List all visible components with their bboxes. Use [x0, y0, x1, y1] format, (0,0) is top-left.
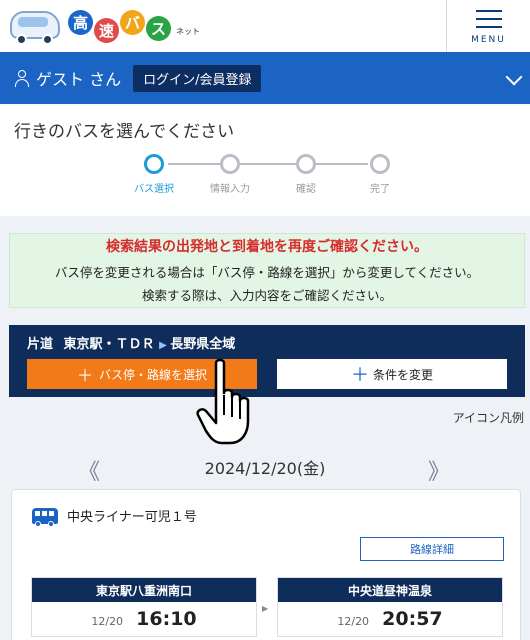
- route-to: 長野県全域: [170, 337, 236, 352]
- arrival-date: 12/20: [337, 615, 370, 628]
- step-confirm: 確認: [268, 152, 344, 195]
- logo-char: 高: [68, 9, 93, 35]
- arrival-time: 12/20 20:57: [278, 608, 502, 630]
- route-from: 東京駅・ＴＤＲ: [63, 337, 155, 352]
- step-complete: 完了: [342, 152, 418, 195]
- next-date-button[interactable]: 》: [428, 454, 450, 486]
- step-info-input: 情報入力: [192, 152, 268, 195]
- step-dot: [220, 154, 240, 174]
- login-register-button[interactable]: ログイン/会員登録: [133, 64, 262, 92]
- progress-steps: バス選択 情報入力 確認 完了: [130, 152, 402, 198]
- select-stop-route-label: バス停・路線を選択: [99, 367, 208, 382]
- trip-type: 片道: [27, 337, 54, 352]
- departure-stop-name: 東京駅八重洲南口: [32, 578, 256, 602]
- plus-icon: ＋: [350, 365, 369, 386]
- guest-name: ゲスト さん: [36, 70, 122, 89]
- step-label: 確認: [296, 184, 316, 195]
- step-label: 完了: [370, 184, 390, 195]
- logo-suffix: ネット: [176, 26, 200, 36]
- current-date: 2024/12/20(金): [204, 459, 326, 478]
- user-bar: ゲスト さん ログイン/会員登録: [0, 52, 530, 104]
- step-bus-select: バス選択: [116, 152, 192, 195]
- step-label: 情報入力: [210, 184, 250, 195]
- departure-stop: 東京駅八重洲南口 12/20 16:10: [31, 577, 257, 637]
- site-header: 高 速 バ ス ネット MENU: [0, 0, 530, 52]
- arrow-right-icon: ▶: [159, 340, 171, 351]
- logo-char: 速: [94, 17, 119, 43]
- menu-button[interactable]: MENU: [446, 0, 530, 52]
- arrival-stop-name: 中央道昼神温泉: [278, 578, 502, 602]
- hamburger-icon: [475, 10, 502, 12]
- bus-result-card[interactable]: 中央ライナー可児１号 路線詳細 東京駅八重洲南口 12/20 16:10 ▶ 中…: [11, 489, 521, 640]
- change-conditions-button[interactable]: ＋ 条件を変更: [277, 359, 507, 389]
- icon-legend-link[interactable]: アイコン凡例: [453, 409, 524, 426]
- chevron-down-icon[interactable]: [505, 68, 523, 86]
- user-icon: [14, 69, 30, 87]
- logo-wordmark: 高 速 バ ス ネット: [68, 9, 200, 43]
- hamburger-icon-bar: [475, 18, 502, 20]
- logo-char: バ: [120, 9, 145, 35]
- route-panel: 片道 東京駅・ＴＤＲ ▶ 長野県全域 ＋ バス停・路線を選択 ＋ 条件を変更: [9, 325, 525, 397]
- plus-icon: ＋: [76, 366, 93, 385]
- bus-icon: [32, 508, 58, 527]
- logo-char: ス: [146, 15, 171, 41]
- hand-cursor-icon: [196, 359, 250, 445]
- step-dot: [370, 154, 390, 174]
- hamburger-icon-bar: [475, 26, 502, 28]
- notice-text: バス停を変更される場合は「バス停・路線を選択」から変更してください。: [54, 265, 480, 280]
- bus-name: 中央ライナー可児１号: [67, 510, 197, 525]
- site-logo[interactable]: 高 速 バ ス ネット: [8, 6, 200, 46]
- route-summary: 片道 東京駅・ＴＤＲ ▶ 長野県全域: [27, 333, 235, 352]
- departure-time: 12/20 16:10: [32, 608, 256, 630]
- bus-mascot-icon: [8, 7, 62, 45]
- arrival-stop: 中央道昼神温泉 12/20 20:57: [277, 577, 503, 637]
- arrow-right-icon: ▶: [262, 604, 269, 613]
- menu-label: MENU: [471, 35, 506, 45]
- page-title: 行きのバスを選んでください: [14, 122, 235, 142]
- departure-time-value: 16:10: [136, 608, 197, 630]
- date-navigator: 《 2024/12/20(金) 》: [0, 446, 530, 486]
- notice-text: 検索する際は、入力内容をご確認ください。: [141, 288, 392, 303]
- step-dot: [296, 154, 316, 174]
- step-dot: [144, 154, 164, 174]
- change-conditions-label: 条件を変更: [372, 367, 433, 382]
- confirmation-notice: 検索結果の出発地と到着地を再度ご確認ください。 バス停を変更される場合は「バス停…: [9, 233, 525, 308]
- step-label: バス選択: [134, 184, 174, 195]
- route-details-button[interactable]: 路線詳細: [360, 537, 504, 561]
- departure-date: 12/20: [91, 615, 124, 628]
- notice-headline: 検索結果の出発地と到着地を再度ご確認ください。: [106, 239, 428, 255]
- arrival-time-value: 20:57: [382, 608, 443, 630]
